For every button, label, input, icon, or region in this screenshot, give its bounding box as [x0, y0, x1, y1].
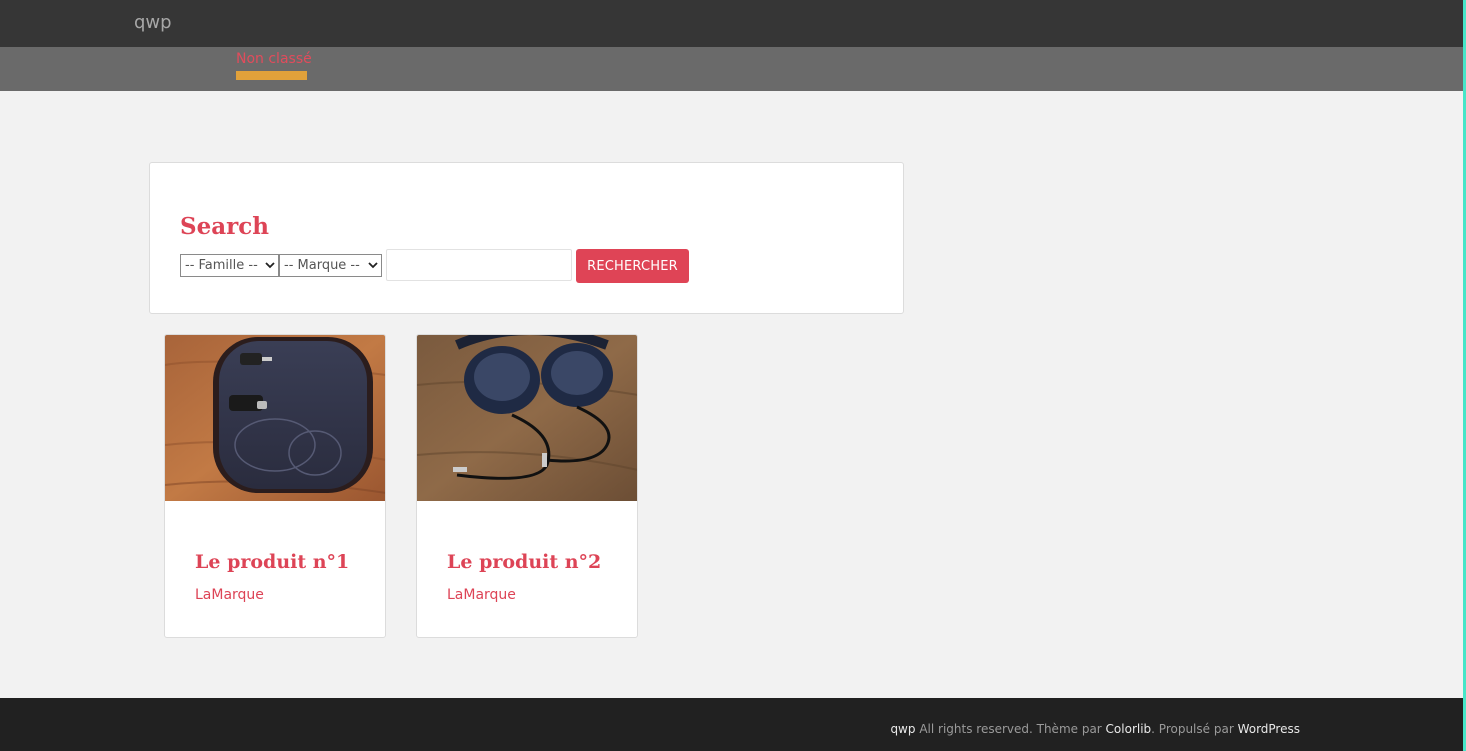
famille-select[interactable]: -- Famille -- [180, 254, 279, 277]
footer-rights-text: All rights reserved. Thème par [915, 722, 1106, 736]
search-button[interactable]: RECHERCHER [576, 249, 689, 283]
top-bar: qwp [0, 0, 1463, 47]
chevron-down-icon [265, 258, 275, 275]
search-title: Search [180, 213, 269, 240]
page: qwp Non classé Search -- Famille -- -- M… [0, 0, 1466, 751]
chevron-down-icon [368, 258, 378, 275]
footer-site-link[interactable]: qwp [890, 722, 915, 736]
marque-select[interactable]: -- Marque -- [279, 254, 382, 277]
main-navigation: Non classé [0, 47, 1463, 91]
site-title-link[interactable]: qwp [134, 12, 172, 33]
product-card: Le produit n°1 LaMarque [164, 334, 386, 638]
famille-select-value: -- Famille -- [185, 258, 258, 273]
footer-powered-text: . Propulsé par [1151, 722, 1238, 736]
product-card: Le produit n°2 LaMarque [416, 334, 638, 638]
product-image-headphone-case[interactable] [165, 335, 386, 501]
menu-item-non-classe[interactable]: Non classé [236, 51, 312, 67]
active-menu-indicator [236, 71, 307, 80]
product-brand-link[interactable]: LaMarque [447, 587, 516, 603]
product-title-link[interactable]: Le produit n°2 [447, 551, 601, 573]
marque-select-value: -- Marque -- [284, 258, 360, 273]
product-brand-link[interactable]: LaMarque [195, 587, 264, 603]
site-footer: qwp All rights reserved. Thème par Color… [0, 698, 1463, 751]
search-widget: Search -- Famille -- -- Marque -- RECHER… [149, 162, 904, 314]
search-input[interactable] [386, 249, 572, 281]
product-title-link[interactable]: Le produit n°1 [195, 551, 349, 573]
footer-credits: qwp All rights reserved. Thème par Color… [890, 722, 1300, 736]
product-image-headphones[interactable] [417, 335, 638, 501]
footer-platform-link[interactable]: WordPress [1238, 722, 1300, 736]
footer-theme-link[interactable]: Colorlib [1106, 722, 1152, 736]
